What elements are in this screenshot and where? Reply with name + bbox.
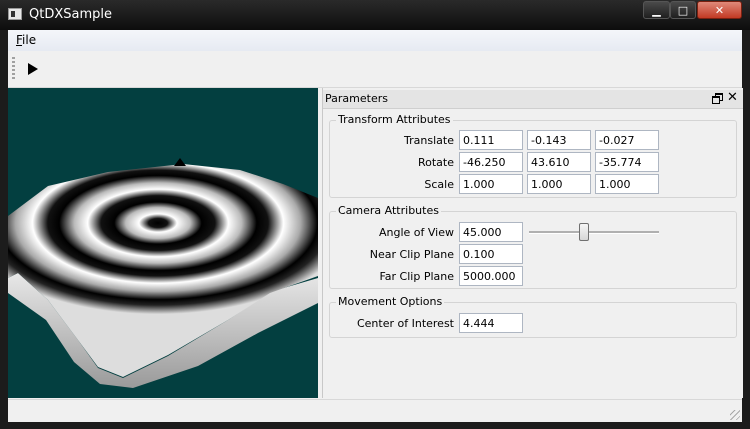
window-title: QtDXSample bbox=[29, 7, 112, 22]
menu-file-label: ile bbox=[22, 33, 37, 47]
scale-z-input[interactable]: 1.000 bbox=[595, 174, 659, 194]
scale-y-input[interactable]: 1.000 bbox=[527, 174, 591, 194]
close-icon: ✕ bbox=[714, 3, 725, 17]
angle-of-view-input[interactable]: 45.000 bbox=[459, 222, 523, 242]
dock-title-bar[interactable]: Parameters ✕ bbox=[323, 90, 743, 109]
angle-of-view-slider-handle[interactable] bbox=[578, 223, 589, 241]
menu-file[interactable]: File bbox=[16, 33, 36, 47]
toolbar bbox=[8, 51, 742, 88]
rotate-label: Rotate bbox=[417, 156, 454, 169]
surface-top bbox=[8, 164, 318, 377]
near-clip-input[interactable]: 0.100 bbox=[459, 244, 523, 264]
render-viewport[interactable] bbox=[8, 88, 318, 398]
surface-peak bbox=[174, 158, 186, 166]
parameters-dock: Parameters ✕ Transform Attributes Transl… bbox=[322, 88, 743, 398]
translate-y-input[interactable]: -0.143 bbox=[527, 130, 591, 150]
dock-title: Parameters bbox=[325, 92, 388, 105]
client-area: File Parameters ✕ Transform Attributes T… bbox=[8, 30, 743, 422]
movement-group-title: Movement Options bbox=[336, 295, 445, 308]
translate-x-input[interactable]: 0.111 bbox=[459, 130, 523, 150]
title-bar[interactable]: QtDXSample ▁ □ ✕ bbox=[0, 0, 750, 30]
resize-grip-icon[interactable] bbox=[730, 410, 740, 420]
surface-render bbox=[8, 158, 318, 388]
app-icon bbox=[8, 8, 22, 20]
camera-group: Camera Attributes Angle of View 45.000 N… bbox=[329, 204, 737, 289]
transform-group-title: Transform Attributes bbox=[336, 113, 453, 126]
close-button[interactable]: ✕ bbox=[697, 1, 742, 19]
toolbar-grip[interactable] bbox=[12, 57, 15, 79]
minimize-icon: ▁ bbox=[652, 3, 661, 17]
center-of-interest-input[interactable]: 4.444 bbox=[459, 313, 523, 333]
main-window: QtDXSample ▁ □ ✕ File Parameters ✕ Trans… bbox=[0, 0, 750, 429]
scale-x-input[interactable]: 1.000 bbox=[459, 174, 523, 194]
minimize-button[interactable]: ▁ bbox=[643, 1, 670, 19]
near-clip-label: Near Clip Plane bbox=[369, 248, 454, 261]
translate-z-input[interactable]: -0.027 bbox=[595, 130, 659, 150]
far-clip-label: Far Clip Plane bbox=[379, 270, 454, 283]
status-bar bbox=[8, 399, 742, 422]
far-clip-input[interactable]: 5000.000 bbox=[459, 266, 523, 286]
angle-of-view-slider-track[interactable] bbox=[529, 231, 659, 234]
menu-bar: File bbox=[8, 30, 742, 51]
angle-of-view-label: Angle of View bbox=[378, 226, 454, 239]
rotate-y-input[interactable]: 43.610 bbox=[527, 152, 591, 172]
camera-group-title: Camera Attributes bbox=[336, 204, 441, 217]
dock-float-icon[interactable] bbox=[712, 93, 723, 104]
movement-group: Movement Options Center of Interest 4.44… bbox=[329, 295, 737, 338]
play-button[interactable] bbox=[22, 58, 44, 80]
rotate-x-input[interactable]: -46.250 bbox=[459, 152, 523, 172]
transform-group: Transform Attributes Translate 0.111 -0.… bbox=[329, 113, 737, 198]
play-icon bbox=[28, 63, 38, 75]
scale-label: Scale bbox=[424, 178, 454, 191]
center-of-interest-label: Center of Interest bbox=[356, 317, 454, 330]
translate-label: Translate bbox=[404, 134, 454, 147]
maximize-icon: □ bbox=[677, 3, 689, 17]
rotate-z-input[interactable]: -35.774 bbox=[595, 152, 659, 172]
maximize-button[interactable]: □ bbox=[670, 1, 696, 19]
dock-close-icon[interactable]: ✕ bbox=[727, 90, 738, 105]
